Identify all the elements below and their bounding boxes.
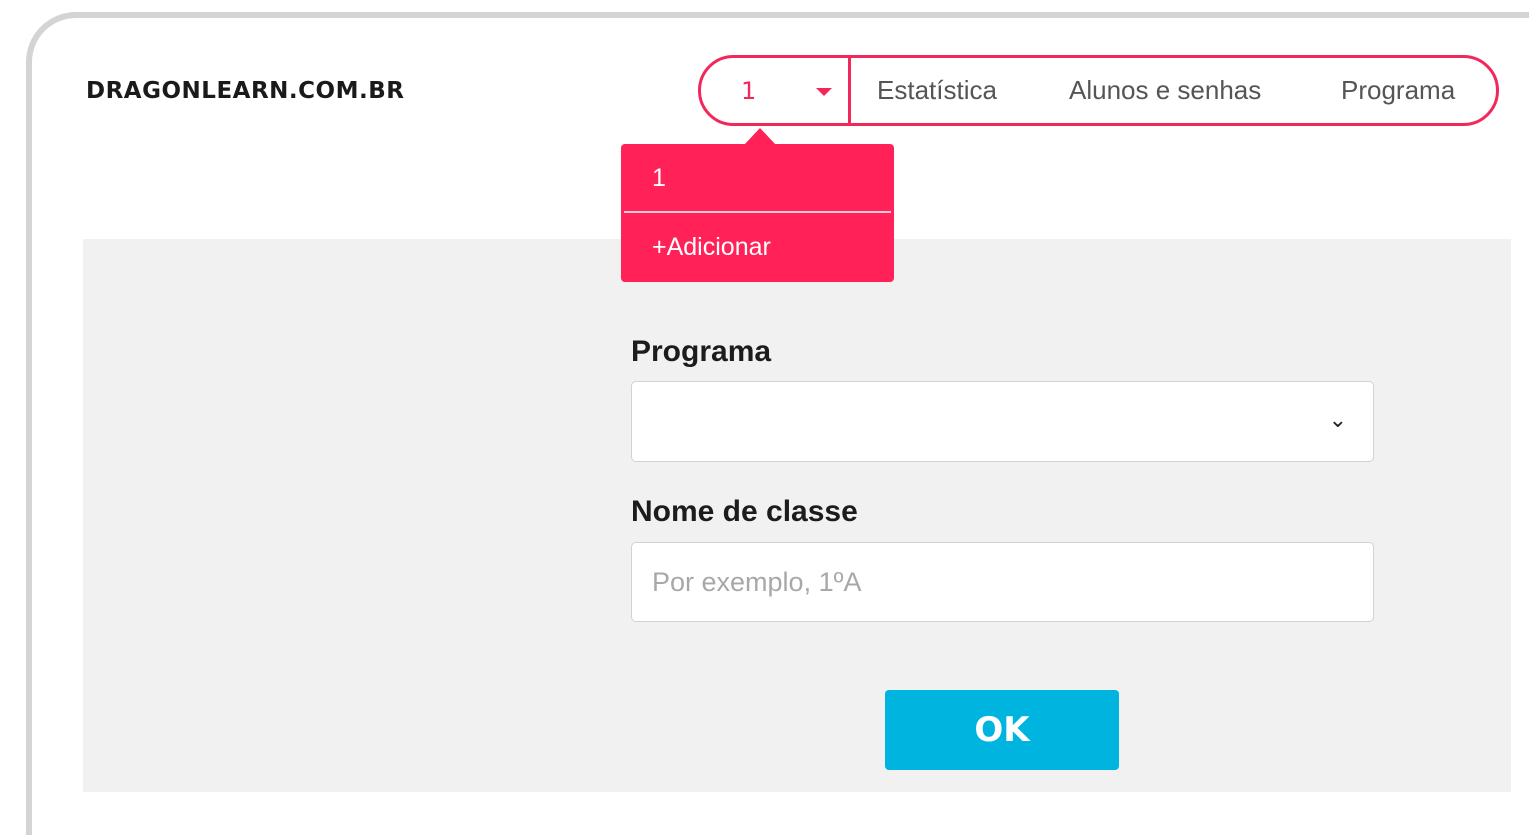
top-nav: 1 Estatística Alunos e senhas Programa (698, 55, 1499, 126)
dropdown-divider (624, 211, 891, 213)
class-selector[interactable]: 1 (701, 58, 851, 123)
class-dropdown-menu: 1 +Adicionar (621, 144, 894, 282)
chevron-down-icon: ⌄ (1328, 408, 1347, 433)
caret-down-icon (816, 88, 832, 96)
program-select[interactable]: ⌄ (631, 381, 1374, 462)
class-name-label: Nome de classe (631, 495, 858, 528)
program-label: Programa (631, 335, 772, 368)
nav-link-alunos-e-senhas[interactable]: Alunos e senhas (1069, 75, 1261, 106)
class-selector-value: 1 (741, 76, 757, 105)
nav-link-estatistica[interactable]: Estatística (877, 75, 997, 106)
class-name-input[interactable] (631, 542, 1374, 622)
dropdown-pointer (744, 128, 776, 145)
nav-link-programa[interactable]: Programa (1341, 75, 1455, 106)
dropdown-item-class-1[interactable]: 1 (621, 144, 894, 213)
dropdown-item-add-class[interactable]: +Adicionar (621, 213, 894, 282)
ok-button[interactable]: OK (885, 690, 1119, 770)
site-logo[interactable]: DRAGONLEARN.COM.BR (86, 78, 404, 104)
